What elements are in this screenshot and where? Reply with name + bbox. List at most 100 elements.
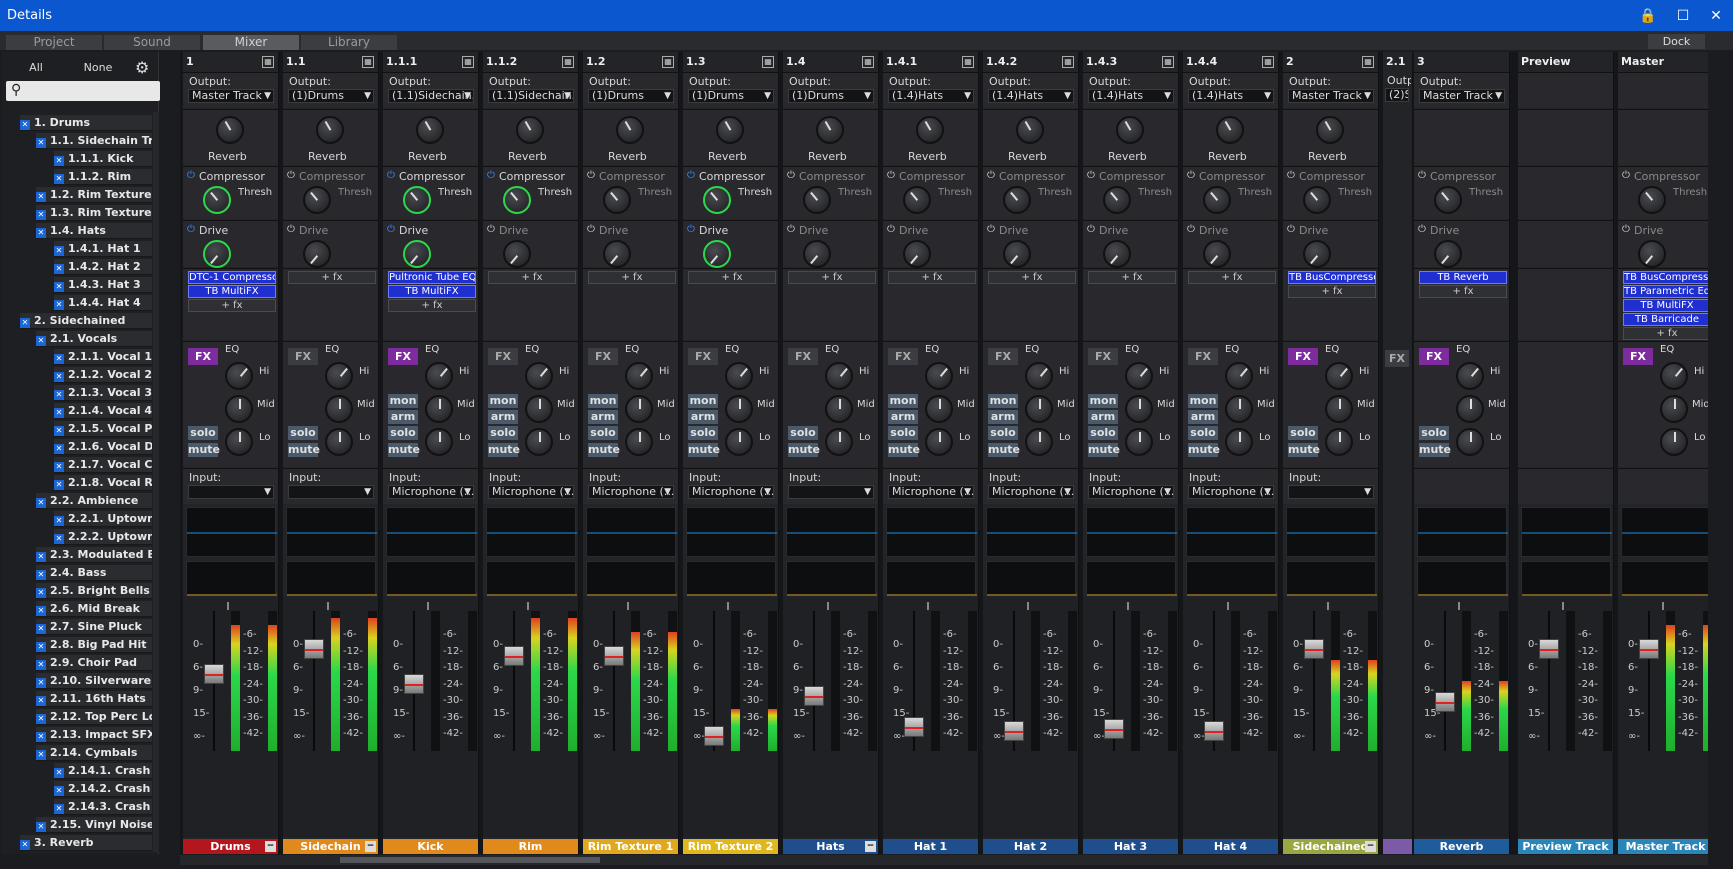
eq-hi-knob[interactable] <box>825 362 853 390</box>
mute-button[interactable]: mute <box>888 443 920 457</box>
tree-item[interactable]: ▼✕1.1. Sidechain Trigger <box>36 133 152 149</box>
checkbox-icon[interactable]: ✕ <box>36 750 46 760</box>
fader-track[interactable] <box>1313 611 1315 751</box>
eq-hi-knob[interactable] <box>925 362 953 390</box>
add-fx-button[interactable]: + fx <box>1288 285 1376 298</box>
reverb-knob[interactable] <box>416 116 444 144</box>
input-select[interactable]: Microphone (... ▼ <box>588 485 674 499</box>
input-select[interactable]: Microphone (... ▼ <box>688 485 774 499</box>
collapse-icon[interactable]: − <box>365 841 376 852</box>
solo-button[interactable]: solo <box>288 426 318 440</box>
checkbox-icon[interactable]: ✕ <box>36 660 46 670</box>
input-select[interactable]: Microphone (... ▼ <box>488 485 574 499</box>
eq-mid-knob[interactable] <box>525 395 553 423</box>
power-icon[interactable]: ⏻ <box>287 170 295 181</box>
drive-knob[interactable] <box>903 240 931 268</box>
solo-button[interactable]: solo <box>888 426 918 440</box>
checkbox-icon[interactable]: ✕ <box>36 624 46 634</box>
power-icon[interactable]: ⏻ <box>787 224 795 235</box>
fader-track[interactable] <box>813 611 815 751</box>
output-select[interactable]: Master Track ▼ <box>188 89 274 103</box>
settings-icon[interactable]: ▦ <box>262 56 274 68</box>
solo-button[interactable]: solo <box>1288 426 1318 440</box>
sidebar-scrollbar[interactable] <box>153 112 159 852</box>
add-fx-button[interactable]: + fx <box>488 271 576 284</box>
threshold-knob[interactable] <box>703 186 731 214</box>
output-select[interactable]: Master Track ▼ <box>1288 89 1374 103</box>
power-icon[interactable]: ⏻ <box>687 170 695 181</box>
reverb-knob[interactable] <box>1016 116 1044 144</box>
tree-item[interactable]: ✕ 1.1.2. Rim <box>54 169 152 185</box>
reverb-knob[interactable] <box>516 116 544 144</box>
monitor-button[interactable]: mon <box>588 394 618 408</box>
collapse-icon[interactable]: − <box>1365 841 1376 852</box>
output-select[interactable]: (1)Drums ▼ <box>688 89 774 103</box>
power-icon[interactable]: ⏻ <box>1087 170 1095 181</box>
plugin-slot[interactable]: TB MultiFX <box>1623 299 1708 312</box>
input-select[interactable]: ▼ <box>188 485 274 499</box>
tree-item[interactable]: ✕ 2.9. Choir Pad <box>36 655 152 671</box>
power-icon[interactable]: ⏻ <box>487 224 495 235</box>
strip-footer[interactable] <box>1383 839 1412 854</box>
checkbox-icon[interactable]: ✕ <box>54 480 64 490</box>
output-select[interactable]: Master Track ▼ <box>1419 89 1505 103</box>
threshold-knob[interactable] <box>803 186 831 214</box>
tree-item[interactable]: ✕ 2.8. Big Pad Hit <box>36 637 152 653</box>
reverb-knob[interactable] <box>1316 116 1344 144</box>
threshold-knob[interactable] <box>1638 186 1666 214</box>
strip-footer[interactable]: Preview Track <box>1518 839 1613 854</box>
fx-button[interactable]: FX <box>1088 348 1118 365</box>
tree-item[interactable]: ✕ 2.1.3. Vocal 3 <box>54 385 152 401</box>
output-select[interactable]: (1)Drums ▼ <box>288 89 374 103</box>
plugin-slot[interactable]: TB MultiFX <box>388 285 476 298</box>
eq-hi-knob[interactable] <box>425 362 453 390</box>
checkbox-icon[interactable]: ✕ <box>36 228 46 238</box>
power-icon[interactable]: ⏻ <box>587 170 595 181</box>
power-icon[interactable]: ⏻ <box>1187 170 1195 181</box>
threshold-knob[interactable] <box>403 186 431 214</box>
add-fx-button[interactable]: + fx <box>888 271 976 284</box>
eq-mid-knob[interactable] <box>425 395 453 423</box>
eq-lo-knob[interactable] <box>825 428 853 456</box>
eq-lo-knob[interactable] <box>325 428 353 456</box>
output-select[interactable]: (1.4)Hats ▼ <box>888 89 974 103</box>
fx-button[interactable]: FX <box>288 348 318 365</box>
threshold-knob[interactable] <box>203 186 231 214</box>
checkbox-icon[interactable]: ✕ <box>54 246 64 256</box>
arm-button[interactable]: arm <box>1188 410 1218 424</box>
fx-button[interactable]: FX <box>1419 348 1449 365</box>
drive-knob[interactable] <box>603 240 631 268</box>
input-select[interactable]: Microphone (... ▼ <box>888 485 974 499</box>
eq-hi-knob[interactable] <box>1325 362 1353 390</box>
eq-lo-knob[interactable] <box>225 428 253 456</box>
settings-icon[interactable]: ▦ <box>862 56 874 68</box>
checkbox-icon[interactable]: ✕ <box>36 678 46 688</box>
mute-button[interactable]: mute <box>388 443 420 457</box>
eq-hi-knob[interactable] <box>725 362 753 390</box>
volume-fader[interactable] <box>804 686 824 706</box>
eq-mid-knob[interactable] <box>1456 395 1484 423</box>
checkbox-icon[interactable]: ✕ <box>54 804 64 814</box>
output-select[interactable]: (1)Drums ▼ <box>788 89 874 103</box>
power-icon[interactable]: ⏻ <box>187 170 195 181</box>
solo-button[interactable]: solo <box>688 426 718 440</box>
reverb-knob[interactable] <box>1216 116 1244 144</box>
tree-item[interactable]: ✕ 1.4.4. Hat 4 <box>54 295 152 311</box>
eq-hi-knob[interactable] <box>1660 362 1688 390</box>
maximize-icon[interactable]: ☐ <box>1665 0 1701 31</box>
add-fx-button[interactable]: + fx <box>788 271 876 284</box>
drive-knob[interactable] <box>303 240 331 268</box>
drive-knob[interactable] <box>203 240 231 268</box>
arm-button[interactable]: arm <box>388 410 418 424</box>
power-icon[interactable]: ⏻ <box>1187 224 1195 235</box>
threshold-knob[interactable] <box>303 186 331 214</box>
tree-item[interactable]: ✕ 2.1.8. Vocal Reverb <box>54 475 152 491</box>
drive-knob[interactable] <box>1103 240 1131 268</box>
tree-item[interactable]: ▼✕2.14. Cymbals <box>36 745 152 761</box>
power-icon[interactable]: ⏻ <box>1287 170 1295 181</box>
select-all-button[interactable]: All <box>6 59 66 77</box>
eq-hi-knob[interactable] <box>1025 362 1053 390</box>
gear-icon[interactable]: ⚙ <box>135 58 149 77</box>
add-fx-button[interactable]: + fx <box>388 299 476 312</box>
output-select[interactable]: (1.4)Hats ▼ <box>1088 89 1174 103</box>
